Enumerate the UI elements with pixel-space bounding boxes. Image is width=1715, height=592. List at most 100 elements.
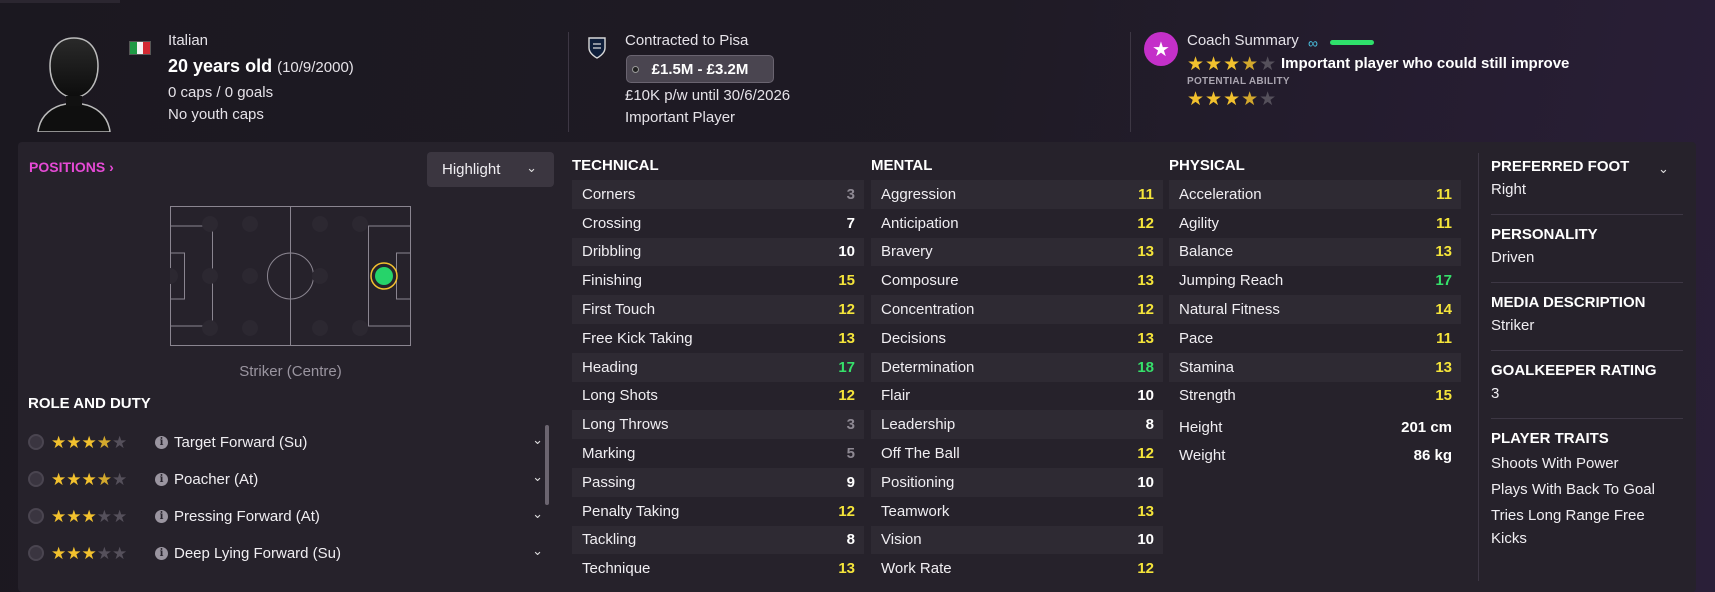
info-divider xyxy=(1491,350,1683,351)
attribute-row[interactable]: Acceleration 11 xyxy=(1169,180,1461,209)
role-select-radio[interactable] xyxy=(28,508,44,524)
attribute-row[interactable]: Strength 15 xyxy=(1169,382,1461,411)
attribute-row[interactable]: Long Throws 3 xyxy=(572,410,864,440)
attribute-row[interactable]: Anticipation 12 xyxy=(871,209,1163,238)
attribute-value: 13 xyxy=(838,560,855,578)
attribute-name: Free Kick Taking xyxy=(582,329,693,347)
attribute-row[interactable]: Marking 5 xyxy=(572,439,864,468)
role-row[interactable]: ★★★★★ i Poacher (At) ⌄ xyxy=(28,464,543,494)
attribute-name: Determination xyxy=(881,358,975,376)
attribute-row[interactable]: Determination 18 xyxy=(871,352,1163,382)
position-pitch xyxy=(170,206,411,346)
chevron-down-icon[interactable]: ⌄ xyxy=(532,469,543,485)
chevron-down-icon[interactable]: ⌄ xyxy=(532,506,543,522)
attribute-value: 7 xyxy=(846,214,855,232)
date-of-birth: (10/9/2000) xyxy=(277,59,354,76)
attribute-row[interactable]: Dribbling 10 xyxy=(572,237,864,267)
attribute-row[interactable]: Composure 13 xyxy=(871,266,1163,295)
role-select-radio[interactable] xyxy=(28,434,44,450)
international-caps: 0 caps / 0 goals xyxy=(168,84,274,101)
goalkeeper-rating-block: GOALKEEPER RATING 3 xyxy=(1491,362,1683,402)
italy-flag-icon xyxy=(129,41,151,55)
info-icon[interactable]: i xyxy=(155,472,168,486)
personality-block: PERSONALITY Driven xyxy=(1491,226,1683,266)
attribute-row[interactable]: Agility 11 xyxy=(1169,209,1461,238)
attribute-name: Anticipation xyxy=(881,214,959,232)
attribute-value: 17 xyxy=(838,358,855,376)
role-stars: ★★★★★ xyxy=(51,469,128,489)
preferred-foot-block: PREFERRED FOOT Right xyxy=(1491,158,1683,198)
attribute-row[interactable]: Tackling 8 xyxy=(572,525,864,555)
role-row[interactable]: ★★★★★ i Target Forward (Su) ⌄ xyxy=(28,427,543,457)
info-icon[interactable]: i xyxy=(155,546,168,560)
attribute-row[interactable]: Concentration 12 xyxy=(871,295,1163,324)
attribute-value: 8 xyxy=(846,531,855,549)
attribute-row[interactable]: Work Rate 12 xyxy=(871,554,1163,583)
attribute-name: Leadership xyxy=(881,416,956,434)
attribute-row[interactable]: Corners 3 xyxy=(572,180,864,209)
info-icon[interactable]: i xyxy=(155,509,168,523)
positions-link[interactable]: POSITIONS › xyxy=(29,159,114,175)
chevron-down-icon[interactable]: ⌄ xyxy=(532,432,543,448)
club-crest-icon[interactable] xyxy=(587,36,607,60)
mental-title: MENTAL xyxy=(871,157,933,174)
weight-label: Weight xyxy=(1179,446,1226,464)
chevron-down-icon[interactable]: ⌄ xyxy=(532,543,543,559)
attribute-row[interactable]: Technique 13 xyxy=(572,554,864,583)
role-select-radio[interactable] xyxy=(28,471,44,487)
attribute-value: 5 xyxy=(846,445,855,463)
attribute-name: Long Throws xyxy=(582,416,669,434)
media-description-block: MEDIA DESCRIPTION Striker xyxy=(1491,294,1683,334)
role-row[interactable]: ★★★★★ i Pressing Forward (At) ⌄ xyxy=(28,501,543,531)
attribute-name: Aggression xyxy=(881,185,957,203)
attribute-row[interactable]: Heading 17 xyxy=(572,352,864,382)
attribute-row[interactable]: Jumping Reach 17 xyxy=(1169,266,1461,295)
attribute-name: Stamina xyxy=(1179,358,1235,376)
attribute-row[interactable]: Passing 9 xyxy=(572,467,864,497)
attribute-value: 14 xyxy=(1435,301,1452,319)
media-description-value: Striker xyxy=(1491,317,1535,334)
age: 20 years old (10/9/2000) xyxy=(168,56,354,76)
contract-club[interactable]: Contracted to Pisa xyxy=(625,32,748,49)
attribute-row[interactable]: Natural Fitness 14 xyxy=(1169,295,1461,324)
attribute-row[interactable]: Off The Ball 12 xyxy=(871,439,1163,468)
role-select-radio[interactable] xyxy=(28,545,44,561)
attribute-name: Composure xyxy=(881,272,959,290)
role-row[interactable]: ★★★★★ i Deep Lying Forward (Su) ⌄ xyxy=(28,538,543,568)
attribute-row[interactable]: Free Kick Taking 13 xyxy=(572,324,864,353)
attribute-row[interactable]: Pace 11 xyxy=(1169,324,1461,353)
height-weight: Height 201 cm Weight 86 kg xyxy=(1169,413,1461,469)
attribute-row[interactable]: Bravery 13 xyxy=(871,237,1163,267)
attribute-row[interactable]: Aggression 11 xyxy=(871,180,1163,209)
highlight-dropdown[interactable]: Highlight ⌄ xyxy=(427,152,554,187)
transfer-value-badge[interactable]: £1.5M - £3.2M xyxy=(626,55,774,83)
attribute-value: 12 xyxy=(1137,560,1154,578)
info-icon[interactable]: i xyxy=(155,435,168,449)
weight-row: Weight 86 kg xyxy=(1169,441,1461,469)
attribute-row[interactable]: Positioning 10 xyxy=(871,467,1163,497)
attribute-row[interactable]: Crossing 7 xyxy=(572,209,864,238)
attribute-name: Penalty Taking xyxy=(582,502,680,520)
attribute-row[interactable]: Leadership 8 xyxy=(871,410,1163,440)
attribute-row[interactable]: Flair 10 xyxy=(871,382,1163,411)
attribute-value: 12 xyxy=(838,387,855,405)
attribute-row[interactable]: Teamwork 13 xyxy=(871,497,1163,526)
attribute-value: 10 xyxy=(1137,531,1154,549)
attribute-row[interactable]: Stamina 13 xyxy=(1169,352,1461,382)
chevron-down-icon[interactable]: ⌄ xyxy=(1658,161,1669,177)
attribute-row[interactable]: Finishing 15 xyxy=(572,266,864,295)
attribute-row[interactable]: Balance 13 xyxy=(1169,237,1461,267)
attribute-row[interactable]: First Touch 12 xyxy=(572,295,864,324)
attribute-row[interactable]: Long Shots 12 xyxy=(572,382,864,411)
nationality: Italian xyxy=(168,32,209,49)
attribute-value: 10 xyxy=(1137,473,1154,491)
attribute-row[interactable]: Vision 10 xyxy=(871,525,1163,555)
coach-star-icon: ★ xyxy=(1144,32,1178,66)
attribute-row[interactable]: Decisions 13 xyxy=(871,324,1163,353)
roles-scrollbar[interactable] xyxy=(545,425,549,505)
attribute-value: 13 xyxy=(1435,243,1452,261)
attribute-row[interactable]: Penalty Taking 12 xyxy=(572,497,864,526)
header-divider xyxy=(568,32,569,132)
attribute-name: Passing xyxy=(582,473,636,491)
attribute-value: 13 xyxy=(1137,502,1154,520)
